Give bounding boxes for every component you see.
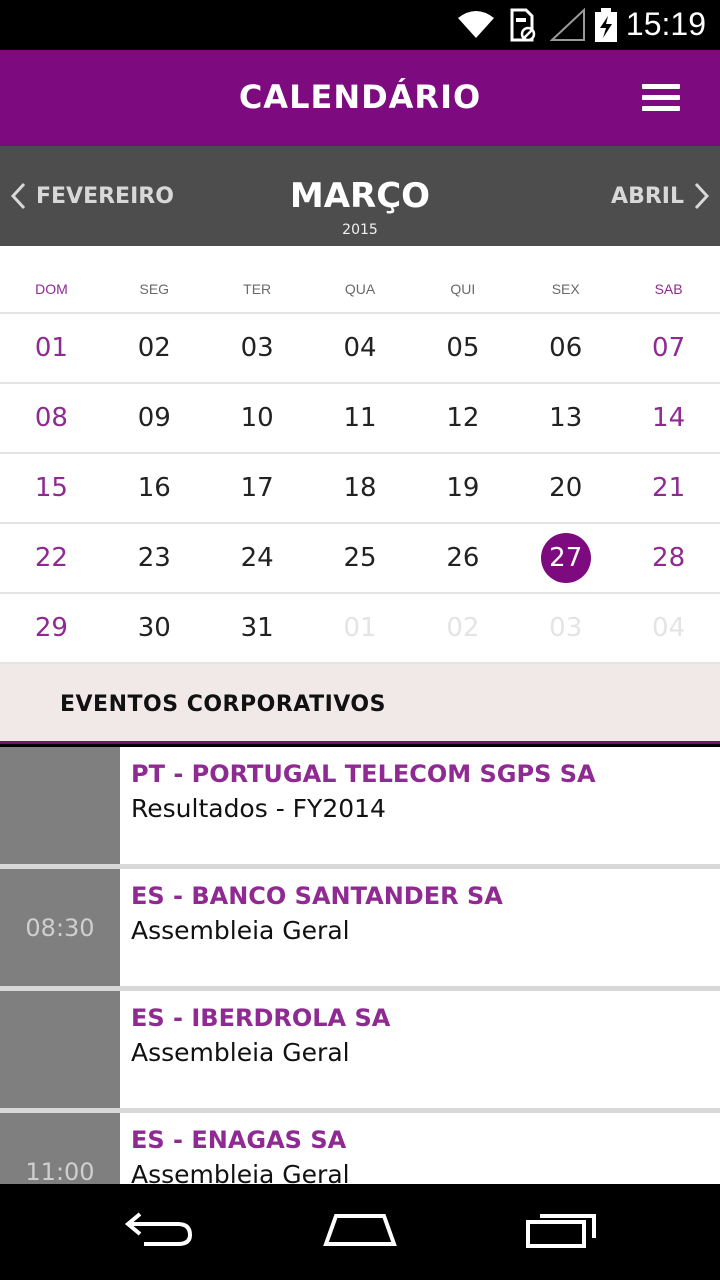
calendar-grid: DOM SEG TER QUA QUI SEX SAB 01 02 03 04 …: [0, 246, 720, 664]
event-time: 08:30: [0, 869, 120, 986]
calendar-day[interactable]: 03: [206, 314, 309, 382]
calendar-day[interactable]: 07: [617, 314, 720, 382]
calendar-day-next-month[interactable]: 02: [411, 594, 514, 662]
calendar-week: 15 16 17 18 19 20 21: [0, 454, 720, 524]
calendar-day[interactable]: 01: [0, 314, 103, 382]
app-bar: CALENDÁRIO: [0, 50, 720, 146]
calendar-day[interactable]: 20: [514, 454, 617, 522]
event-company: ES - IBERDROLA SA: [131, 1004, 391, 1032]
sim-icon: [510, 8, 536, 42]
calendar-day[interactable]: 30: [103, 594, 206, 662]
weekday-label: SAB: [654, 281, 683, 297]
menu-icon: [642, 84, 680, 89]
system-nav-bar: [0, 1184, 720, 1280]
calendar-day[interactable]: 12: [411, 384, 514, 452]
weekday-label: QUI: [450, 281, 476, 297]
weekday-label: SEG: [139, 281, 170, 297]
list-item[interactable]: PT - PORTUGAL TELECOM SGPS SA Resultados…: [0, 747, 720, 864]
calendar-day[interactable]: 11: [309, 384, 412, 452]
next-month-button[interactable]: ABRIL: [611, 178, 710, 214]
calendar-day[interactable]: 05: [411, 314, 514, 382]
calendar-day[interactable]: 22: [0, 524, 103, 592]
month-navigation: FEVEREIRO MARÇO 2015 ABRIL: [0, 146, 720, 246]
weekday-label: TER: [243, 281, 272, 297]
calendar-day[interactable]: 24: [206, 524, 309, 592]
calendar-day[interactable]: 23: [103, 524, 206, 592]
calendar-day[interactable]: 16: [103, 454, 206, 522]
calendar-day[interactable]: 17: [206, 454, 309, 522]
calendar-day[interactable]: 26: [411, 524, 514, 592]
signal-icon: [550, 8, 585, 41]
chevron-right-icon: [694, 182, 710, 210]
menu-button[interactable]: [642, 82, 680, 114]
calendar-day[interactable]: 29: [0, 594, 103, 662]
calendar-day-selected[interactable]: 27: [514, 524, 617, 592]
page-title: CALENDÁRIO: [238, 78, 482, 116]
weekday-label: SEX: [551, 281, 580, 297]
events-section-title: EVENTOS CORPORATIVOS: [60, 692, 386, 717]
calendar-day[interactable]: 18: [309, 454, 412, 522]
event-time: 11:00: [0, 1113, 120, 1184]
calendar-week: 08 09 10 11 12 13 14: [0, 384, 720, 454]
event-company: PT - PORTUGAL TELECOM SGPS SA: [131, 760, 596, 788]
calendar-day[interactable]: 15: [0, 454, 103, 522]
calendar-day[interactable]: 31: [206, 594, 309, 662]
event-time: [0, 747, 120, 864]
weekday-label: DOM: [35, 281, 68, 297]
event-company: ES - BANCO SANTANDER SA: [131, 882, 503, 910]
status-time: 15:19: [625, 6, 706, 42]
calendar-day[interactable]: 19: [411, 454, 514, 522]
calendar-day[interactable]: 09: [103, 384, 206, 452]
event-time: [0, 991, 120, 1108]
calendar-week: 29 30 31 01 02 03 04: [0, 594, 720, 664]
next-month-label: ABRIL: [611, 183, 684, 209]
event-description: Assembleia Geral: [131, 916, 350, 945]
calendar-week: 01 02 03 04 05 06 07: [0, 314, 720, 384]
calendar-day[interactable]: 28: [617, 524, 720, 592]
calendar-day[interactable]: 14: [617, 384, 720, 452]
calendar-day[interactable]: 13: [514, 384, 617, 452]
calendar-day[interactable]: 10: [206, 384, 309, 452]
calendar-day[interactable]: 02: [103, 314, 206, 382]
weekday-header: DOM SEG TER QUA QUI SEX SAB: [0, 246, 720, 314]
list-item[interactable]: ES - IBERDROLA SA Assembleia Geral: [0, 991, 720, 1108]
calendar-day[interactable]: 04: [309, 314, 412, 382]
calendar-day[interactable]: 06: [514, 314, 617, 382]
calendar-day[interactable]: 21: [617, 454, 720, 522]
calendar-day-next-month[interactable]: 04: [617, 594, 720, 662]
wifi-icon: [458, 11, 494, 38]
back-icon[interactable]: [124, 1208, 196, 1248]
weekday-label: QUA: [344, 281, 376, 297]
events-list[interactable]: PT - PORTUGAL TELECOM SGPS SA Resultados…: [0, 747, 720, 1184]
status-bar: 15:19: [0, 0, 720, 50]
calendar-day-next-month[interactable]: 03: [514, 594, 617, 662]
calendar-week: 22 23 24 25 26 27 28: [0, 524, 720, 594]
event-description: Assembleia Geral: [131, 1038, 350, 1067]
list-item[interactable]: 08:30 ES - BANCO SANTANDER SA Assembleia…: [0, 869, 720, 986]
recent-apps-icon[interactable]: [524, 1208, 600, 1248]
calendar-day[interactable]: 08: [0, 384, 103, 452]
events-section-header: EVENTOS CORPORATIVOS: [0, 664, 720, 744]
list-item[interactable]: 11:00 ES - ENAGAS SA Assembleia Geral: [0, 1113, 720, 1184]
calendar-day[interactable]: 25: [309, 524, 412, 592]
battery-icon: [595, 8, 617, 42]
event-company: ES - ENAGAS SA: [131, 1126, 347, 1154]
home-icon[interactable]: [320, 1208, 400, 1248]
event-description: Resultados - FY2014: [131, 794, 386, 823]
calendar-day-next-month[interactable]: 01: [309, 594, 412, 662]
current-year: 2015: [342, 222, 378, 238]
event-description: Assembleia Geral: [131, 1160, 350, 1184]
